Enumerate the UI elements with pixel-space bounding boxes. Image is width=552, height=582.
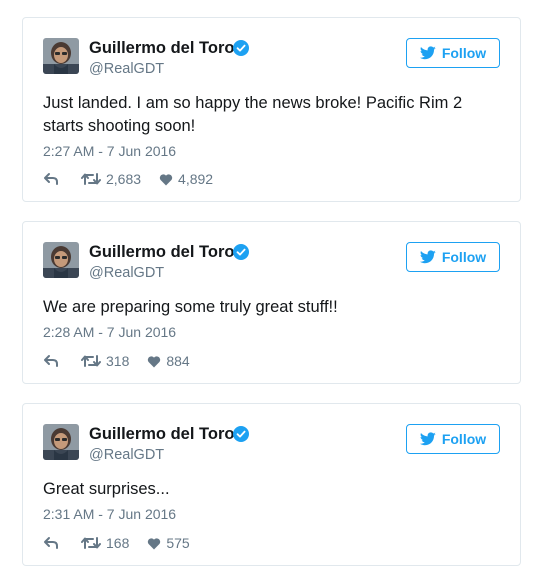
retweet-count: 318 xyxy=(106,353,130,369)
like-count: 4,892 xyxy=(178,171,214,187)
reply-button[interactable] xyxy=(43,536,59,550)
retweet-button[interactable]: 168 xyxy=(81,535,129,551)
reply-icon xyxy=(44,537,58,549)
verified-badge-icon xyxy=(233,426,249,442)
retweet-icon xyxy=(81,173,101,185)
tweet-timestamp[interactable]: 2:28 AM - 7 Jun 2016 xyxy=(43,323,176,341)
reply-icon xyxy=(44,355,58,367)
tweet-card: Guillermo del Toro @RealGDT Follow Just … xyxy=(22,17,521,202)
twitter-bird-icon xyxy=(419,46,436,60)
follow-button[interactable]: Follow xyxy=(406,242,500,272)
retweet-count: 168 xyxy=(106,535,130,551)
tweet-card: Guillermo del Toro @RealGDT Follow We ar… xyxy=(22,221,521,384)
verified-badge-icon xyxy=(233,40,249,56)
reply-icon xyxy=(44,173,58,185)
like-count: 884 xyxy=(166,353,190,369)
author-name[interactable]: Guillermo del Toro xyxy=(89,38,234,58)
author-name[interactable]: Guillermo del Toro xyxy=(89,242,234,262)
tweet-actions: 318 884 xyxy=(43,352,190,370)
follow-button[interactable]: Follow xyxy=(406,424,500,454)
author-name[interactable]: Guillermo del Toro xyxy=(89,424,234,444)
heart-icon xyxy=(159,173,173,185)
author-handle[interactable]: @RealGDT xyxy=(89,264,164,282)
tweet-text: Great surprises... xyxy=(43,480,170,498)
avatar[interactable] xyxy=(43,38,79,74)
retweet-button[interactable]: 318 xyxy=(81,353,129,369)
author-handle[interactable]: @RealGDT xyxy=(89,60,164,78)
heart-icon xyxy=(148,537,161,549)
tweet-actions: 168 575 xyxy=(43,534,190,552)
tweet-card: Guillermo del Toro @RealGDT Follow Great… xyxy=(22,403,521,566)
reply-button[interactable] xyxy=(43,354,59,368)
retweet-count: 2,683 xyxy=(106,171,142,187)
like-button[interactable]: 884 xyxy=(147,353,190,369)
retweet-icon xyxy=(81,537,101,549)
follow-label: Follow xyxy=(441,431,487,447)
author-handle[interactable]: @RealGDT xyxy=(89,446,164,464)
avatar[interactable] xyxy=(43,242,79,278)
like-count: 575 xyxy=(166,535,190,551)
like-button[interactable]: 4,892 xyxy=(159,171,213,187)
tweet-timestamp[interactable]: 2:31 AM - 7 Jun 2016 xyxy=(43,505,176,523)
follow-label: Follow xyxy=(441,45,487,61)
tweet-text: Just landed. I am so happy the news brok… xyxy=(43,94,463,135)
follow-button[interactable]: Follow xyxy=(406,38,500,68)
like-button[interactable]: 575 xyxy=(147,535,190,551)
reply-button[interactable] xyxy=(43,172,59,186)
heart-icon xyxy=(148,355,161,367)
verified-badge-icon xyxy=(233,244,249,260)
avatar[interactable] xyxy=(43,424,79,460)
tweet-text: We are preparing some truly great stuff!… xyxy=(43,298,338,316)
twitter-bird-icon xyxy=(419,432,436,446)
tweet-timestamp[interactable]: 2:27 AM - 7 Jun 2016 xyxy=(43,142,176,160)
twitter-bird-icon xyxy=(419,250,436,264)
follow-label: Follow xyxy=(441,249,487,265)
retweet-button[interactable]: 2,683 xyxy=(81,171,141,187)
tweet-actions: 2,683 4,892 xyxy=(43,170,213,188)
retweet-icon xyxy=(81,355,101,367)
